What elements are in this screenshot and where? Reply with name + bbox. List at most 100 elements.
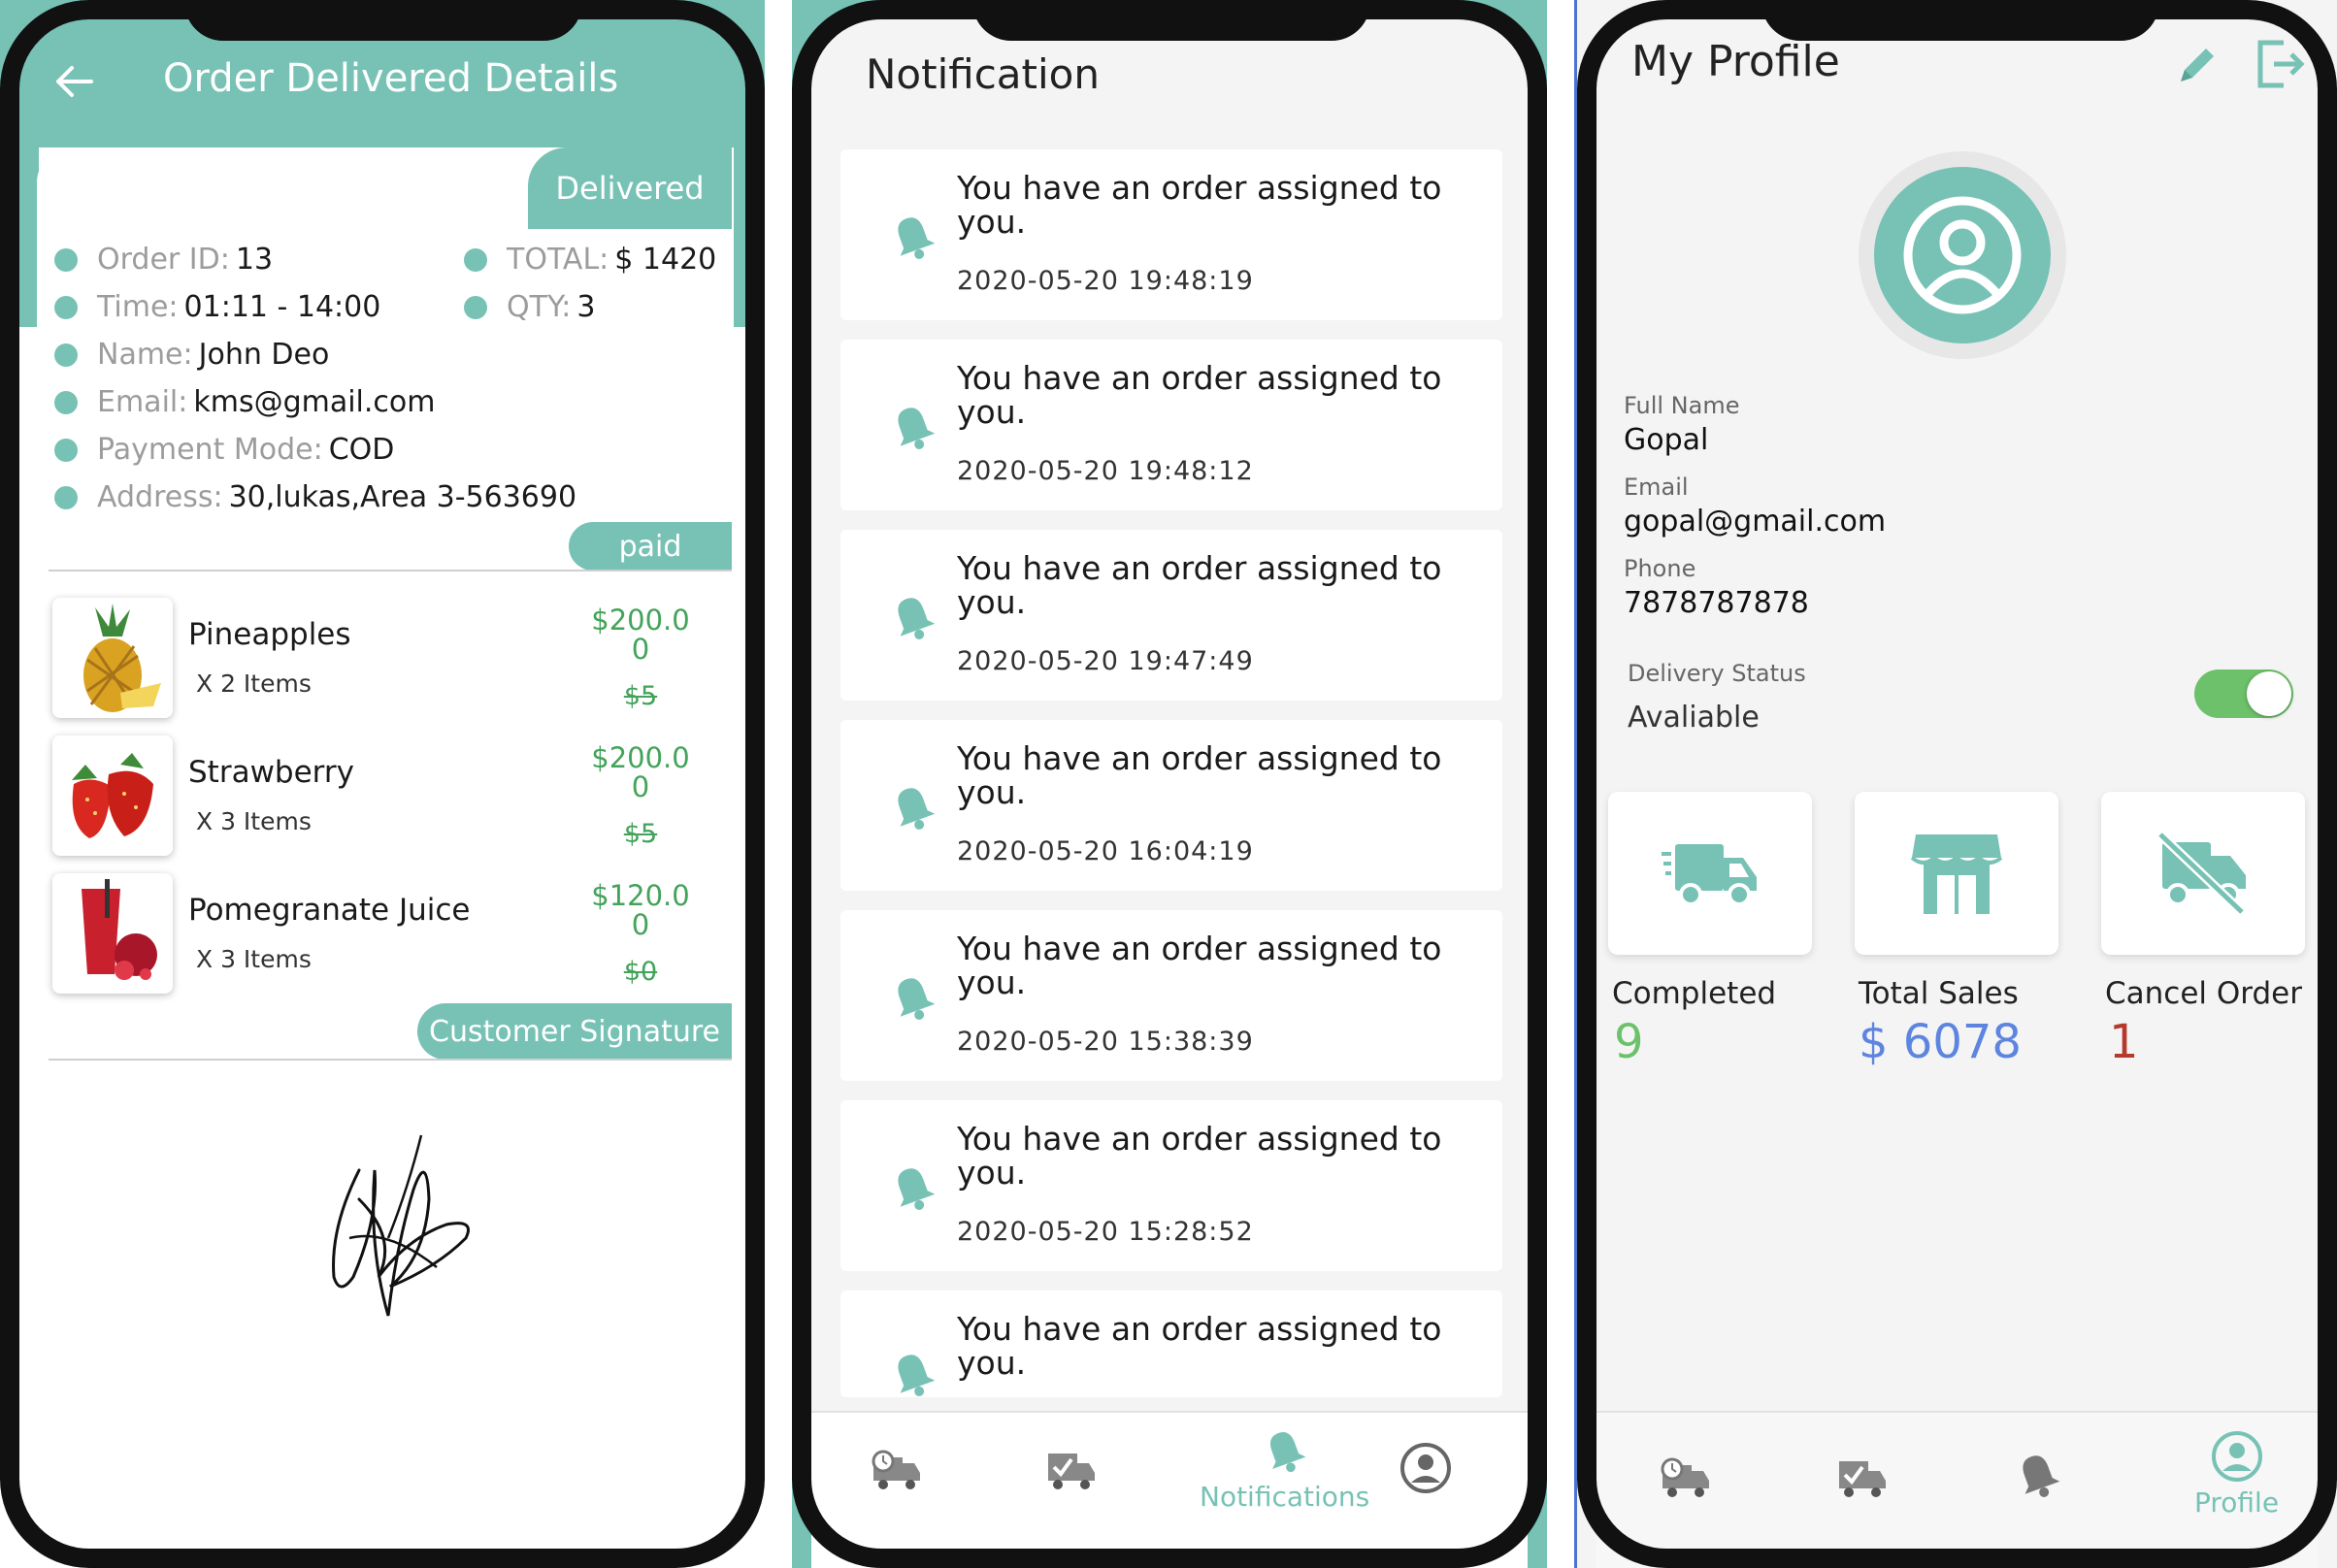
tab-profile[interactable]: Profile bbox=[2194, 1430, 2279, 1519]
pineapple-image bbox=[52, 598, 173, 718]
notification-message: You have an order assigned to you. bbox=[957, 1120, 1442, 1192]
address-value: 30,lukas,Area 3-563690 bbox=[228, 480, 577, 514]
bell-icon bbox=[1269, 1432, 1306, 1473]
customer-signature-badge: Customer Signature bbox=[417, 1003, 732, 1060]
cancel-order-label: Cancel Order bbox=[2105, 976, 2302, 1011]
pomegranate-juice-image bbox=[52, 873, 173, 994]
paid-badge: paid bbox=[569, 522, 732, 571]
time-row: Time: 01:11 - 14:00 bbox=[54, 290, 380, 324]
item-price: $200.0 0 bbox=[573, 743, 708, 801]
edit-pencil-icon[interactable] bbox=[2173, 41, 2222, 89]
bell-icon bbox=[898, 788, 936, 830]
total-sales-card[interactable] bbox=[1855, 792, 2058, 955]
divider bbox=[49, 570, 732, 572]
notification-time: 2020-05-20 15:28:52 bbox=[957, 1217, 1254, 1247]
phone-notch bbox=[184, 0, 582, 41]
tab-pending-orders[interactable] bbox=[1659, 1455, 1711, 1500]
tab-label: Notifications bbox=[1200, 1481, 1370, 1513]
email-value: gopal@gmail.com bbox=[1624, 505, 1887, 539]
item-price-line1: $200.0 bbox=[591, 604, 690, 637]
notifications-panel: Notification You have an order assigned … bbox=[811, 0, 1528, 1568]
time-value: 01:11 - 14:00 bbox=[183, 290, 381, 324]
notification-item[interactable]: You have an order assigned to you. 2020-… bbox=[840, 530, 1502, 701]
payment-label: Payment Mode: bbox=[97, 433, 323, 467]
notification-message: You have an order assigned to you. bbox=[957, 1310, 1442, 1382]
notification-message: You have an order assigned to you. bbox=[957, 169, 1442, 241]
email-row: Email: kms@gmail.com bbox=[54, 385, 436, 419]
strawberry-image bbox=[52, 735, 173, 856]
tab-delivered-orders[interactable] bbox=[1044, 1448, 1097, 1492]
phone-value: 7878787878 bbox=[1624, 586, 1809, 620]
notification-time: 2020-05-20 19:48:19 bbox=[957, 266, 1254, 296]
item-unit-price: $0 bbox=[623, 957, 658, 987]
item-name: Strawberry bbox=[188, 755, 354, 790]
address-row: Address: 30,lukas,Area 3-563690 bbox=[54, 480, 576, 514]
header-side-right bbox=[734, 147, 765, 327]
availability-toggle[interactable] bbox=[2194, 670, 2293, 718]
bell-icon bbox=[2023, 1455, 2060, 1497]
item-price: $200.0 0 bbox=[573, 605, 708, 664]
bullet-dot bbox=[464, 247, 487, 272]
payment-value: COD bbox=[328, 433, 395, 467]
item-unit-price: $5 bbox=[623, 681, 658, 711]
notifications-screen: Notification You have an order assigned … bbox=[792, 0, 1547, 1568]
item-name: Pomegranate Juice bbox=[188, 893, 471, 928]
notification-message: You have an order assigned to you. bbox=[957, 359, 1442, 431]
notification-item[interactable]: You have an order assigned to you. 2020-… bbox=[840, 1100, 1502, 1271]
notification-time: 2020-05-20 19:48:12 bbox=[957, 456, 1254, 486]
bottom-tab-bar: Profile bbox=[1596, 1411, 2318, 1568]
bell-icon bbox=[898, 598, 936, 639]
completed-card[interactable] bbox=[1608, 792, 1812, 955]
order-id-value: 13 bbox=[235, 243, 274, 277]
cancel-order-card[interactable] bbox=[2101, 792, 2305, 955]
avatar[interactable] bbox=[1874, 167, 2051, 343]
strawberry-icon bbox=[72, 753, 153, 838]
tab-delivered-orders[interactable] bbox=[1835, 1455, 1888, 1500]
item-price: $120.0 0 bbox=[573, 881, 708, 939]
bell-icon bbox=[898, 408, 936, 449]
notification-item[interactable]: You have an order assigned to you. 2020-… bbox=[840, 149, 1502, 320]
bullet-dot bbox=[54, 247, 78, 272]
item-qty: X 3 Items bbox=[196, 807, 312, 835]
bullet-dot bbox=[54, 485, 78, 509]
item-qty: X 3 Items bbox=[196, 945, 312, 973]
payment-row: Payment Mode: COD bbox=[54, 433, 394, 467]
cancelled-truck-icon bbox=[2156, 831, 2246, 916]
delivery-clock-icon bbox=[1661, 1457, 1709, 1497]
name-row: Name: John Deo bbox=[54, 338, 329, 372]
tab-pending-orders[interactable] bbox=[870, 1448, 922, 1492]
notification-item[interactable]: You have an order assigned to you. bbox=[840, 1290, 1502, 1397]
bell-icon bbox=[898, 217, 936, 259]
delivered-badge: Delivered bbox=[528, 147, 732, 229]
header-side-left bbox=[0, 147, 39, 327]
order-id-label: Order ID: bbox=[97, 243, 230, 277]
user-circle-icon bbox=[1400, 1443, 1451, 1493]
notification-message: You have an order assigned to you. bbox=[957, 549, 1442, 621]
notification-item[interactable]: You have an order assigned to you. 2020-… bbox=[840, 910, 1502, 1081]
notification-item[interactable]: You have an order assigned to you. 2020-… bbox=[840, 720, 1502, 891]
bullet-dot bbox=[464, 295, 487, 319]
tab-notifications[interactable]: Notifications bbox=[1200, 1426, 1369, 1513]
bell-icon bbox=[898, 1355, 936, 1396]
delivery-status-label: Delivery Status bbox=[1628, 660, 1806, 687]
email-label: Email: bbox=[97, 385, 188, 419]
name-value: John Deo bbox=[198, 338, 330, 372]
address-label: Address: bbox=[97, 480, 223, 514]
notification-item[interactable]: You have an order assigned to you. 2020-… bbox=[840, 340, 1502, 510]
item-price-line1: $120.0 bbox=[591, 879, 690, 912]
qty-value: 3 bbox=[576, 290, 596, 324]
logout-icon[interactable] bbox=[2255, 37, 2307, 91]
completed-label: Completed bbox=[1612, 976, 1777, 1011]
tab-notifications[interactable] bbox=[2012, 1450, 2064, 1502]
toggle-knob bbox=[2247, 671, 2291, 716]
qty-row: QTY: 3 bbox=[464, 290, 595, 324]
item-name: Pineapples bbox=[188, 617, 351, 652]
bullet-dot bbox=[54, 390, 78, 414]
delivery-clock-icon bbox=[872, 1450, 920, 1489]
delivery-status-value: Avaliable bbox=[1628, 701, 1760, 735]
notification-message: You have an order assigned to you. bbox=[957, 739, 1442, 811]
back-arrow-icon[interactable] bbox=[52, 60, 95, 103]
tab-profile[interactable] bbox=[1399, 1442, 1452, 1494]
page-title: My Profile bbox=[1631, 37, 1840, 86]
notification-message: You have an order assigned to you. bbox=[957, 930, 1442, 1001]
